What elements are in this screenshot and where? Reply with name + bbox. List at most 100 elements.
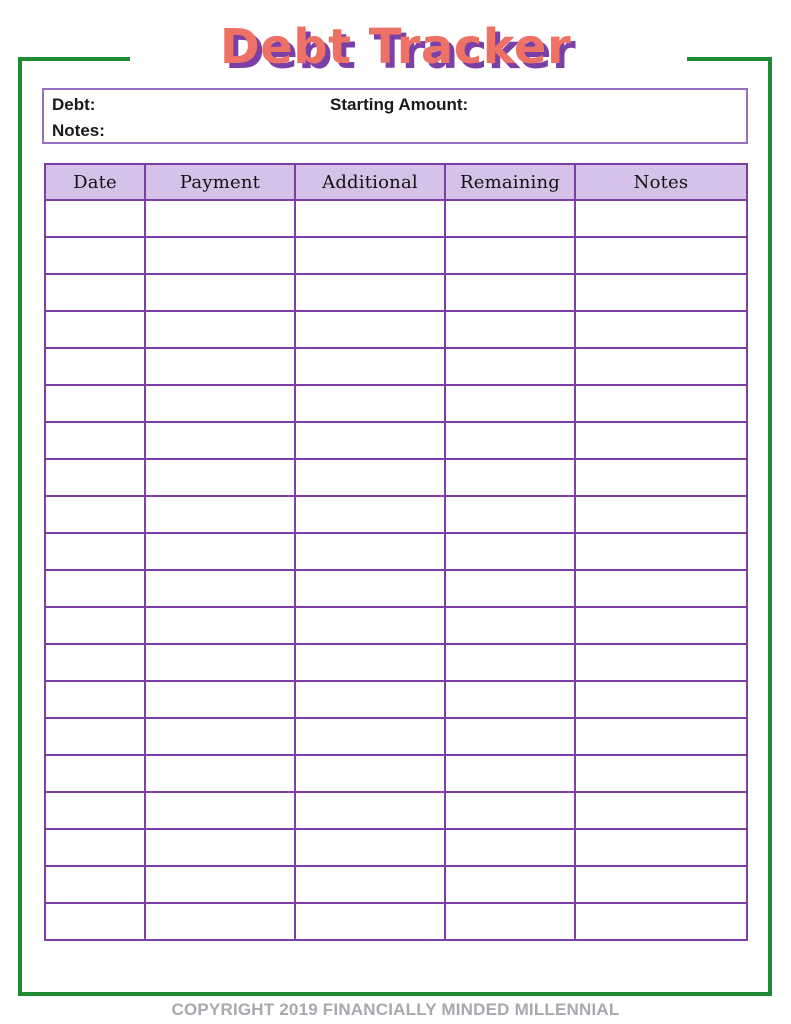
table-cell[interactable]: [144, 791, 296, 830]
table-cell[interactable]: [44, 828, 146, 867]
table-cell[interactable]: [294, 421, 446, 460]
table-cell[interactable]: [444, 421, 576, 460]
table-cell[interactable]: [444, 199, 576, 238]
table-cell[interactable]: [574, 828, 748, 867]
table-cell[interactable]: [144, 754, 296, 793]
table-cell[interactable]: [44, 606, 146, 645]
table-cell[interactable]: [44, 532, 146, 571]
table-cell[interactable]: [144, 643, 296, 682]
table-cell[interactable]: [44, 384, 146, 423]
table-cell[interactable]: [294, 717, 446, 756]
table-cell[interactable]: [444, 569, 576, 608]
table-cell[interactable]: [294, 754, 446, 793]
table-cell[interactable]: [444, 273, 576, 312]
table-cell[interactable]: [574, 865, 748, 904]
table-cell[interactable]: [144, 236, 296, 275]
table-cell[interactable]: [574, 680, 748, 719]
table-cell[interactable]: [294, 532, 446, 571]
table-cell[interactable]: [574, 791, 748, 830]
table-cell[interactable]: [144, 532, 296, 571]
table-cell[interactable]: [144, 421, 296, 460]
table-cell[interactable]: [574, 532, 748, 571]
table-cell[interactable]: [44, 199, 146, 238]
table-cell[interactable]: [574, 199, 748, 238]
table-cell[interactable]: [294, 643, 446, 682]
table-cell[interactable]: [444, 643, 576, 682]
table-cell[interactable]: [444, 347, 576, 386]
table-cell[interactable]: [44, 791, 146, 830]
table-cell[interactable]: [144, 680, 296, 719]
table-cell[interactable]: [44, 643, 146, 682]
table-cell[interactable]: [294, 865, 446, 904]
table-cell[interactable]: [294, 384, 446, 423]
table-cell[interactable]: [144, 717, 296, 756]
table-cell[interactable]: [444, 236, 576, 275]
table-cell[interactable]: [294, 310, 446, 349]
table-cell[interactable]: [44, 421, 146, 460]
table-cell[interactable]: [144, 347, 296, 386]
table-cell[interactable]: [444, 865, 576, 904]
table-cell[interactable]: [574, 569, 748, 608]
table-cell[interactable]: [444, 828, 576, 867]
table-cell[interactable]: [44, 495, 146, 534]
table-cell[interactable]: [44, 865, 146, 904]
table-cell[interactable]: [574, 384, 748, 423]
table-cell[interactable]: [444, 791, 576, 830]
table-cell[interactable]: [44, 458, 146, 497]
table-cell[interactable]: [574, 606, 748, 645]
table-cell[interactable]: [44, 310, 146, 349]
table-cell[interactable]: [294, 606, 446, 645]
table-cell[interactable]: [574, 643, 748, 682]
table-cell[interactable]: [144, 273, 296, 312]
table-cell[interactable]: [144, 902, 296, 941]
table-cell[interactable]: [574, 495, 748, 534]
table-cell[interactable]: [444, 717, 576, 756]
table-cell[interactable]: [294, 569, 446, 608]
table-cell[interactable]: [44, 236, 146, 275]
table-cell[interactable]: [574, 902, 748, 941]
table-cell[interactable]: [144, 384, 296, 423]
table-cell[interactable]: [574, 310, 748, 349]
table-cell[interactable]: [44, 902, 146, 941]
table-cell[interactable]: [444, 606, 576, 645]
table-cell[interactable]: [144, 828, 296, 867]
table-cell[interactable]: [144, 458, 296, 497]
table-cell[interactable]: [144, 606, 296, 645]
table-cell[interactable]: [574, 458, 748, 497]
table-cell[interactable]: [574, 421, 748, 460]
table-cell[interactable]: [444, 384, 576, 423]
table-cell[interactable]: [444, 310, 576, 349]
table-cell[interactable]: [294, 199, 446, 238]
table-cell[interactable]: [574, 236, 748, 275]
table-cell[interactable]: [294, 347, 446, 386]
table-cell[interactable]: [444, 495, 576, 534]
table-cell[interactable]: [44, 717, 146, 756]
table-cell[interactable]: [444, 902, 576, 941]
table-cell[interactable]: [444, 680, 576, 719]
table-cell[interactable]: [144, 495, 296, 534]
table-cell[interactable]: [294, 680, 446, 719]
table-cell[interactable]: [574, 273, 748, 312]
table-cell[interactable]: [574, 717, 748, 756]
table-cell[interactable]: [144, 310, 296, 349]
table-cell[interactable]: [444, 458, 576, 497]
table-cell[interactable]: [44, 347, 146, 386]
table-cell[interactable]: [574, 347, 748, 386]
table-cell[interactable]: [574, 754, 748, 793]
table-cell[interactable]: [294, 273, 446, 312]
table-cell[interactable]: [294, 828, 446, 867]
table-cell[interactable]: [294, 791, 446, 830]
table-cell[interactable]: [294, 236, 446, 275]
table-cell[interactable]: [294, 495, 446, 534]
table-cell[interactable]: [294, 902, 446, 941]
table-cell[interactable]: [444, 754, 576, 793]
table-cell[interactable]: [144, 199, 296, 238]
table-cell[interactable]: [44, 754, 146, 793]
table-cell[interactable]: [44, 680, 146, 719]
table-cell[interactable]: [294, 458, 446, 497]
table-cell[interactable]: [144, 569, 296, 608]
table-cell[interactable]: [144, 865, 296, 904]
table-cell[interactable]: [44, 569, 146, 608]
table-cell[interactable]: [44, 273, 146, 312]
table-cell[interactable]: [444, 532, 576, 571]
